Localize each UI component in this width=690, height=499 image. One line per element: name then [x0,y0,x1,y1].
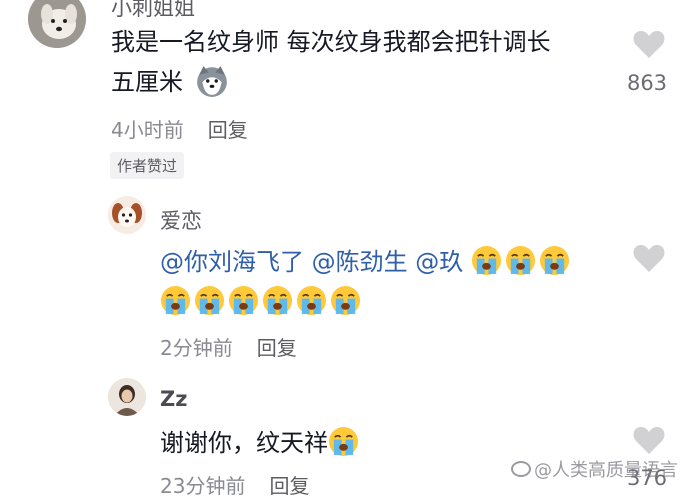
emoji-row [160,282,364,322]
dog-avatar-icon [108,196,146,234]
comment-text: 五厘米 [111,68,183,96]
avatar[interactable] [28,0,86,48]
comment-text: @你刘海飞了 @陈劲生 @玖 [160,242,573,282]
heart-icon[interactable] [632,28,666,60]
mention-link[interactable]: @你刘海飞了 [160,248,304,276]
timestamp: 2分钟前 [160,336,233,360]
crying-emoji-icon [228,285,259,316]
comment-meta: 4小时前 回复 [111,114,248,143]
comment-meta: 23分钟前 回复 [160,470,309,499]
watermark: @人类高质量语言 [511,456,678,482]
crying-emoji-icon [194,285,225,316]
avatar[interactable] [108,196,146,234]
heart-icon[interactable] [632,424,666,456]
username[interactable]: 爱恋 [160,205,202,235]
comment-text-content: 谢谢你，纹天祥 [160,429,328,457]
watermark-text: @人类高质量语言 [534,460,678,481]
timestamp: 23分钟前 [160,474,246,498]
dog-avatar-icon [28,0,86,48]
crying-emoji-icon [160,285,191,316]
person-avatar-icon [108,378,146,416]
timestamp: 4小时前 [111,118,184,142]
crying-emoji-icon [505,245,536,276]
mention-link[interactable]: @玖 [415,248,463,276]
username[interactable]: Zz [160,387,187,411]
comment-text: 谢谢你，纹天祥 [160,423,362,463]
author-liked-badge: 作者赞过 [110,152,185,179]
comment-meta: 2分钟前 回复 [160,332,297,361]
reply-button[interactable]: 回复 [208,118,248,142]
avatar[interactable] [108,378,146,416]
crying-emoji-icon [471,245,502,276]
mention-link[interactable]: @陈劲生 [312,248,408,276]
heart-icon[interactable] [632,242,666,274]
crying-emoji-icon [328,426,359,457]
comment-text-line-2: 五厘米 [111,62,232,102]
husky-emoji-icon [196,66,227,97]
comment-text-line: 我是一名纹身师 每次纹身我都会把针调长 [111,28,551,56]
crying-emoji-icon [330,285,361,316]
like-count: 863 [626,71,668,95]
weibo-icon [511,461,531,477]
crying-emoji-icon [296,285,327,316]
crying-emoji-icon [262,285,293,316]
crying-emoji-icon [539,245,570,276]
reply-button[interactable]: 回复 [257,336,297,360]
reply-button[interactable]: 回复 [269,474,309,498]
username[interactable]: 小刺姐姐 [111,0,195,22]
